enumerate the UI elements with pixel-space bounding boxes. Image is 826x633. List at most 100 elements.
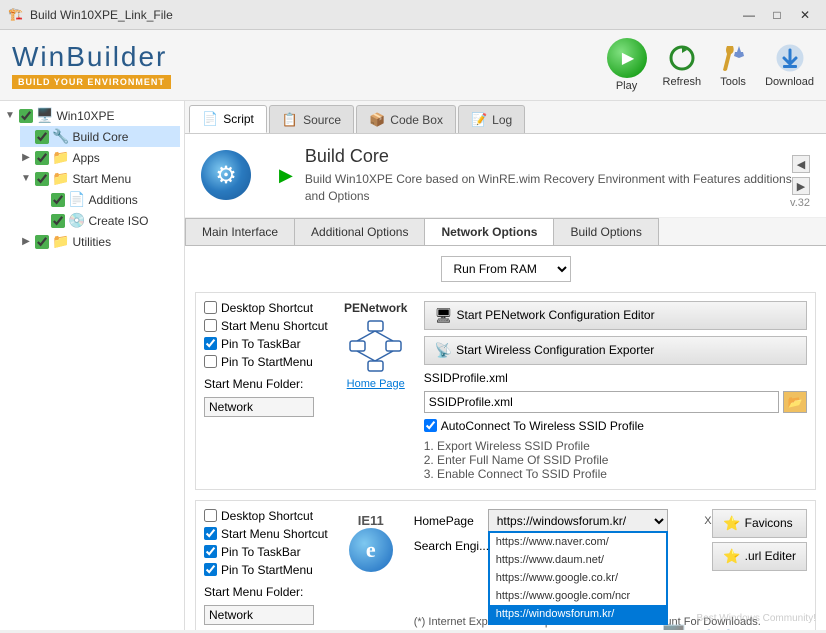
win10xpe-checkbox[interactable] xyxy=(19,109,33,123)
favicons-icon: ⭐ xyxy=(723,515,740,532)
sidebar-item-build-core[interactable]: 🔧 Build Core xyxy=(20,126,180,147)
sidebar-item-utilities[interactable]: ▶ 📁 Utilities xyxy=(20,231,180,252)
ie-folder-input[interactable] xyxy=(204,605,314,625)
sidebar-item-additions[interactable]: 📄 Additions xyxy=(36,189,180,210)
maximize-button[interactable]: □ xyxy=(764,5,790,25)
title-bar: 🏗️ Build Win10XPE_Link_File — □ ✕ xyxy=(0,0,826,30)
ie11-dropdown-item-5[interactable]: https://windowsforum.kr/ xyxy=(490,605,666,623)
ssid-label: SSIDProfile.xml xyxy=(424,371,508,385)
apps-checkbox[interactable] xyxy=(35,151,49,165)
pe-pin-startmenu-checkbox[interactable] xyxy=(204,355,217,368)
ie11-homepage-select[interactable]: https://windowsforum.kr/ xyxy=(488,509,668,533)
ie11-dropdown-item-2[interactable]: https://www.daum.net/ xyxy=(490,551,666,569)
tools-label: Tools xyxy=(720,76,746,88)
ie-start-menu-shortcut-label: Start Menu Shortcut xyxy=(221,527,328,541)
logo-area: WinBuilder BUILD YOUR ENVIRONMENT xyxy=(12,41,171,89)
pe-right-panel: 🖥 Start PENetwork Configuration Editor 📡… xyxy=(424,301,807,481)
ie-start-menu-shortcut-checkbox[interactable] xyxy=(204,527,217,540)
build-nav-prev[interactable]: ◀ xyxy=(792,155,810,173)
options-tab-build[interactable]: Build Options xyxy=(553,218,658,245)
ie-pin-taskbar: Pin To TaskBar xyxy=(204,545,328,559)
refresh-action[interactable]: Refresh xyxy=(663,42,702,88)
pe-config-editor-btn[interactable]: 🖥 Start PENetwork Configuration Editor xyxy=(424,301,807,330)
build-core-desc: Build Win10XPE Core based on WinRE.wim R… xyxy=(305,171,792,205)
play-label: Play xyxy=(616,80,637,92)
options-tab-network[interactable]: Network Options xyxy=(424,218,554,245)
log-tab-icon: 📝 xyxy=(471,112,487,128)
build-version: v.32 xyxy=(790,197,810,209)
ie11-dropdown: https://www.naver.com/ https://www.daum.… xyxy=(488,531,668,625)
autoconnect-row: AutoConnect To Wireless SSID Profile xyxy=(424,419,807,433)
additions-checkbox[interactable] xyxy=(51,193,65,207)
build-play-button[interactable]: ▶ xyxy=(279,165,293,186)
options-tab-main[interactable]: Main Interface xyxy=(185,218,295,245)
ie11-url-editer-btn[interactable]: ⭐ .url Editer xyxy=(712,542,807,571)
tools-icon xyxy=(717,42,749,74)
pe-pin-startmenu: Pin To StartMenu xyxy=(204,355,328,369)
sidebar: ▼ 🖥️ Win10XPE 🔧 Build Core ▶ 📁 Apps xyxy=(0,101,185,630)
ie11-dropdown-item-4[interactable]: https://www.google.com/ncr xyxy=(490,587,666,605)
tab-script[interactable]: 📄 Script xyxy=(189,105,267,133)
sidebar-item-win10xpe[interactable]: ▼ 🖥️ Win10XPE xyxy=(4,105,180,126)
export-labels: 1. Export Wireless SSID Profile 2. Enter… xyxy=(424,439,807,481)
autoconnect-checkbox[interactable] xyxy=(424,419,437,432)
ie-pin-startmenu-checkbox[interactable] xyxy=(204,563,217,576)
tab-script-label: Script xyxy=(223,112,254,126)
utilities-checkbox[interactable] xyxy=(35,235,49,249)
close-button[interactable]: ✕ xyxy=(792,5,818,25)
build-core-title: Build Core xyxy=(305,146,792,167)
download-action[interactable]: Download xyxy=(765,42,814,88)
build-core-checkbox[interactable] xyxy=(35,130,49,144)
minimize-button[interactable]: — xyxy=(736,5,762,25)
ie-desktop-shortcut-checkbox[interactable] xyxy=(204,509,217,522)
monitor-icon: 🖥️ xyxy=(660,624,687,630)
pe-network-section: Desktop Shortcut Start Menu Shortcut Pin… xyxy=(195,292,816,490)
ie-pin-taskbar-checkbox[interactable] xyxy=(204,545,217,558)
refresh-label: Refresh xyxy=(663,76,702,88)
start-menu-checkbox[interactable] xyxy=(35,172,49,186)
ie-desktop-shortcut: Desktop Shortcut xyxy=(204,509,328,523)
source-tab-icon: 📋 xyxy=(282,112,298,128)
sidebar-item-start-menu[interactable]: ▼ 📁 Start Menu xyxy=(20,168,180,189)
pe-wireless-label: Start Wireless Configuration Exporter xyxy=(456,343,654,357)
tab-source[interactable]: 📋 Source xyxy=(269,105,354,133)
watermark-brand: Windows Forum xyxy=(692,628,816,630)
sidebar-item-create-iso[interactable]: 💿 Create ISO xyxy=(36,210,180,231)
tab-codebox-label: Code Box xyxy=(390,113,443,127)
ie-folder-label: Start Menu Folder: xyxy=(204,585,328,599)
pe-homepage-link[interactable]: Home Page xyxy=(347,378,405,390)
pe-config-icon: 🖥 xyxy=(435,307,453,324)
pe-start-menu-shortcut-checkbox[interactable] xyxy=(204,319,217,332)
build-nav-next[interactable]: ▶ xyxy=(792,177,810,195)
ie11-favicons-btn[interactable]: ⭐ Favicons xyxy=(712,509,807,538)
tab-log[interactable]: 📝 Log xyxy=(458,105,525,133)
tools-action[interactable]: Tools xyxy=(717,42,749,88)
ie11-dropdown-item-1[interactable]: https://www.naver.com/ xyxy=(490,533,666,551)
build-core-label: Build Core xyxy=(72,130,128,144)
pe-network-box: PENetwork xyxy=(336,301,416,481)
play-action[interactable]: Play xyxy=(607,38,647,92)
ie11-dropdown-item-3[interactable]: https://www.google.co.kr/ xyxy=(490,569,666,587)
pe-wireless-icon: 📡 xyxy=(435,342,452,359)
pe-desktop-shortcut-checkbox[interactable] xyxy=(204,301,217,314)
pe-folder-label: Start Menu Folder: xyxy=(204,377,328,391)
export-label-2: 2. Enter Full Name Of SSID Profile xyxy=(424,453,807,467)
ssid-input-row: 📂 xyxy=(424,391,807,413)
sidebar-item-apps[interactable]: ▶ 📁 Apps xyxy=(20,147,180,168)
ssid-input[interactable] xyxy=(424,391,779,413)
apps-label: Apps xyxy=(72,151,99,165)
build-core-icon: ⚙ xyxy=(201,150,251,200)
pe-wireless-exporter-btn[interactable]: 📡 Start Wireless Configuration Exporter xyxy=(424,336,807,365)
pe-folder-input[interactable]: Network xyxy=(204,397,314,417)
options-tab-additional[interactable]: Additional Options xyxy=(294,218,425,245)
url-editer-icon: ⭐ xyxy=(723,548,740,565)
tab-log-label: Log xyxy=(492,113,512,127)
ie11-icon-area: IE11 e xyxy=(336,509,406,628)
ssid-browse-btn[interactable]: 📂 xyxy=(783,391,807,413)
create-iso-checkbox[interactable] xyxy=(51,214,65,228)
run-from-select[interactable]: Run From RAM xyxy=(441,256,571,282)
export-label-3: 3. Enable Connect To SSID Profile xyxy=(424,467,807,481)
pe-pin-taskbar-checkbox[interactable] xyxy=(204,337,217,350)
network-content: Run From RAM Desktop Shortcut xyxy=(185,246,826,630)
tab-codebox[interactable]: 📦 Code Box xyxy=(356,105,456,133)
